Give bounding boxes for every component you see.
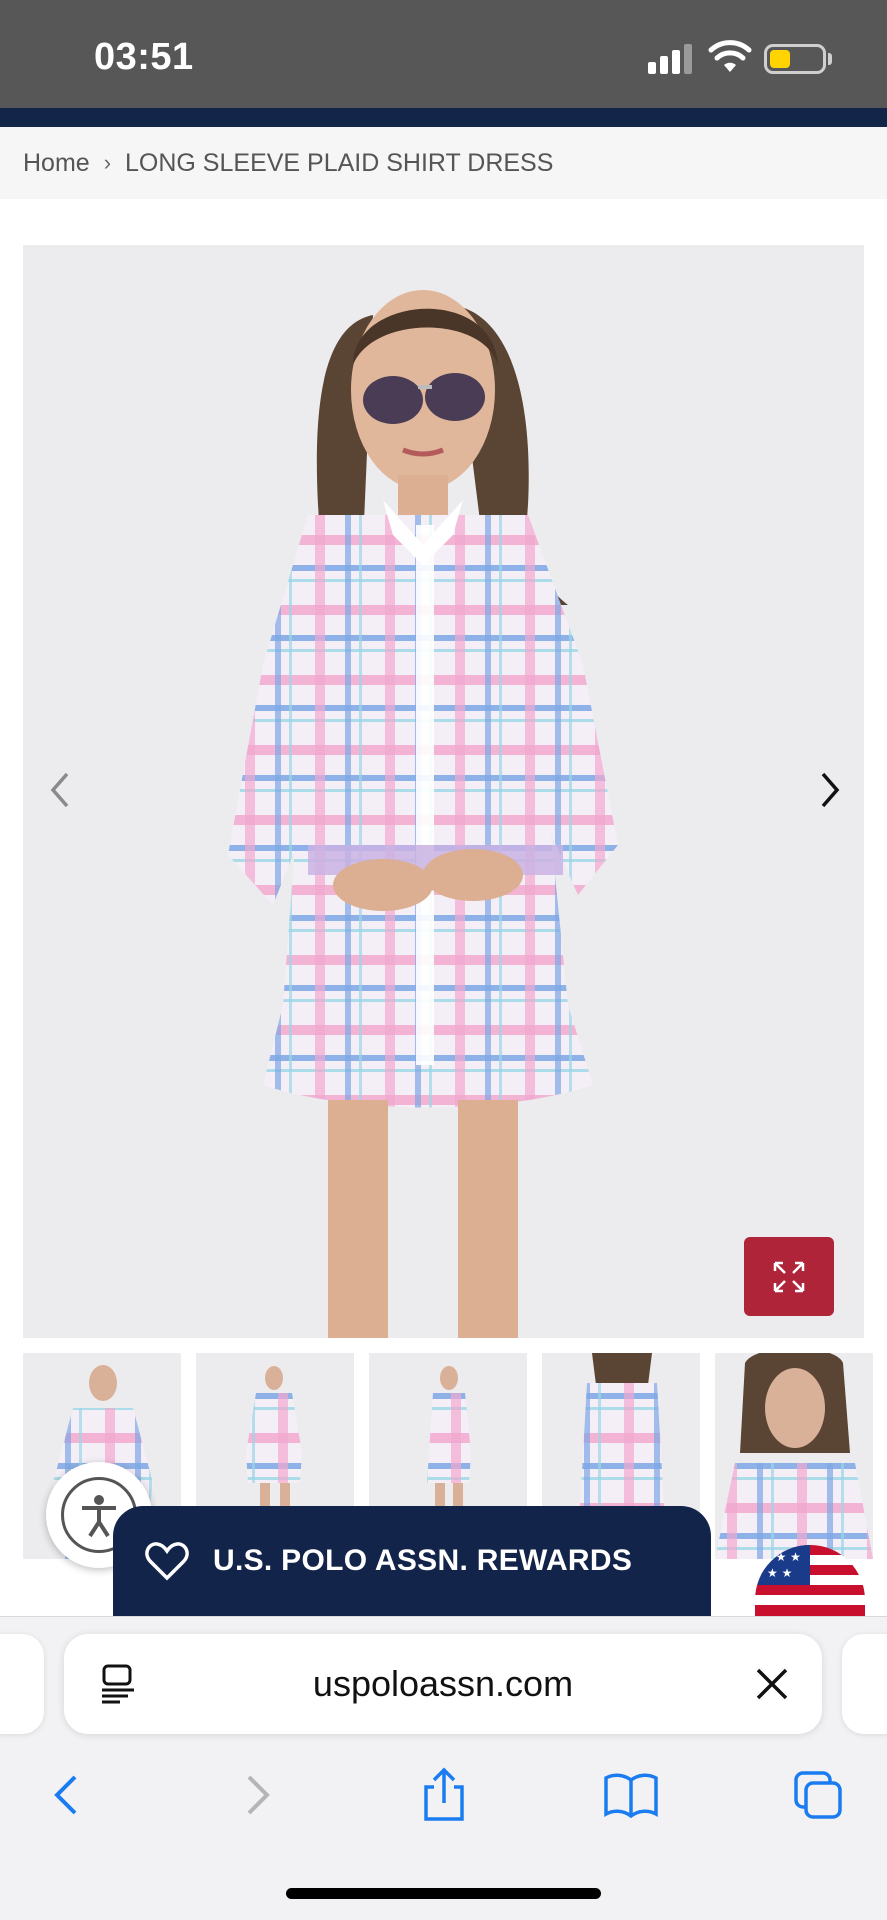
bookmarks-button[interactable] [601, 1765, 661, 1825]
breadcrumb-separator: › [103, 150, 112, 175]
share-icon [424, 1767, 464, 1821]
previous-image-button[interactable] [30, 760, 90, 820]
product-photo [228, 290, 618, 1338]
battery-tip [828, 53, 832, 65]
chevron-left-icon [50, 772, 69, 808]
chevron-right-icon [821, 772, 840, 808]
status-time: 03:51 [94, 36, 194, 78]
status-bar: 03:51 [0, 0, 887, 108]
address-bar[interactable]: uspoloassn.com [64, 1634, 822, 1734]
tabs-button[interactable] [788, 1765, 848, 1825]
battery-icon [764, 44, 826, 74]
heart-icon [145, 1542, 189, 1581]
svg-text:★ ★: ★ ★ [767, 1566, 792, 1580]
breadcrumb: Home › LONG SLEEVE PLAID SHIRT DRESS [0, 127, 887, 199]
breadcrumb-current: LONG SLEEVE PLAID SHIRT DRESS [125, 148, 554, 177]
thumbnail-5[interactable] [715, 1353, 873, 1559]
expand-image-button[interactable] [744, 1237, 834, 1316]
rewards-label: U.S. POLO ASSN. REWARDS [213, 1544, 633, 1577]
next-tab-card[interactable] [842, 1634, 887, 1734]
back-icon [54, 1775, 77, 1815]
back-button[interactable] [36, 1765, 96, 1825]
home-indicator [286, 1888, 601, 1899]
forward-button[interactable] [228, 1765, 288, 1825]
expand-icon [773, 1261, 805, 1292]
cellular-signal-icon [648, 42, 694, 74]
forward-icon [247, 1775, 270, 1815]
close-icon[interactable] [754, 1666, 790, 1702]
share-button[interactable] [414, 1765, 474, 1825]
url-text: uspoloassn.com [312, 1663, 574, 1704]
tabs-icon [794, 1771, 842, 1819]
bookmarks-icon [604, 1773, 658, 1818]
rewards-banner[interactable]: U.S. POLO ASSN. REWARDS [113, 1506, 711, 1616]
next-image-button[interactable] [800, 760, 860, 820]
product-main-image[interactable] [23, 245, 864, 1338]
header-strip [0, 108, 887, 127]
breadcrumb-home-link[interactable]: Home [23, 149, 90, 178]
wifi-icon [708, 40, 752, 72]
previous-tab-card[interactable] [0, 1634, 44, 1734]
